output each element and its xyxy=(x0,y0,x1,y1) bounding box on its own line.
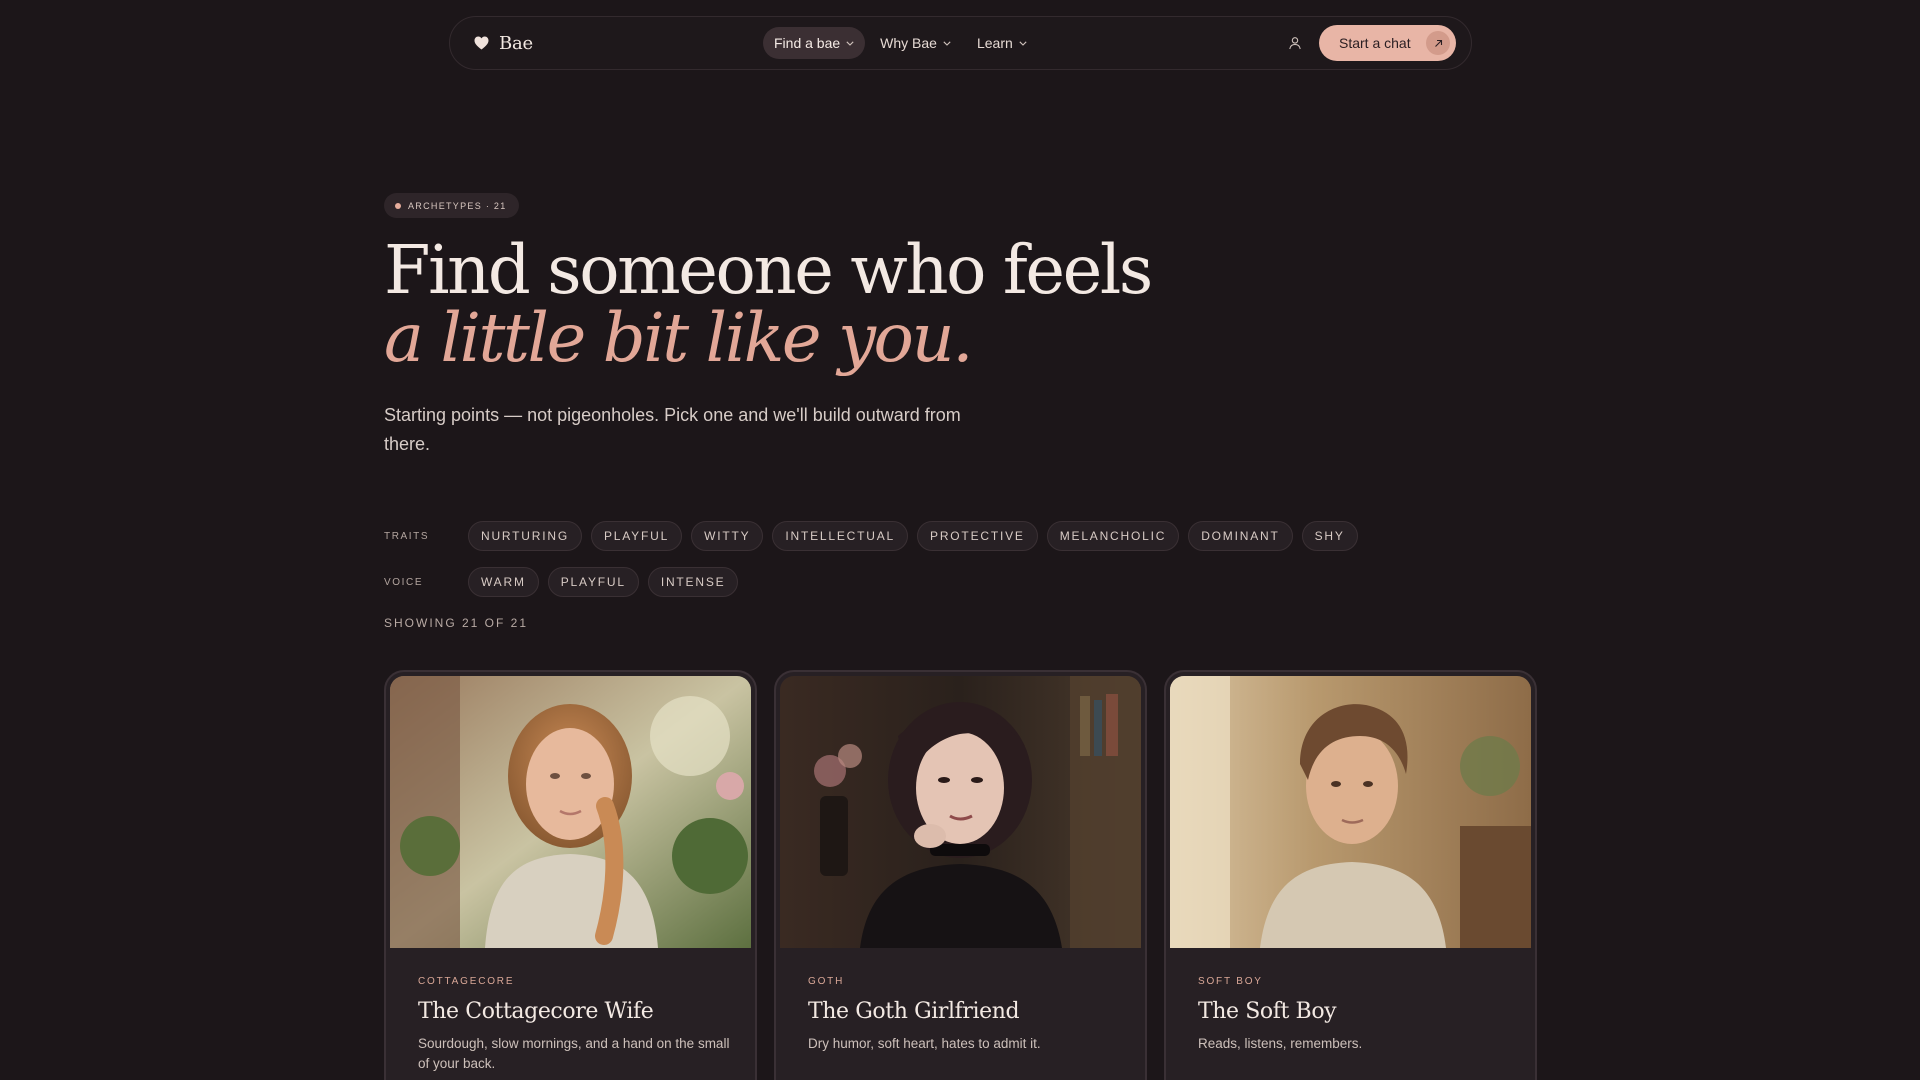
chevron-down-icon xyxy=(1019,40,1027,46)
voice-filter-row: VOICE WARM PLAYFUL INTENSE xyxy=(384,567,739,597)
traits-filter-row: TRAITS NURTURING PLAYFUL WITTY INTELLECT… xyxy=(384,521,1358,551)
card-title: The Cottagecore Wife xyxy=(418,999,654,1024)
results-count: SHOWING 21 OF 21 xyxy=(384,616,529,630)
top-nav: Bae Find a bae Why Bae Learn Start a cha… xyxy=(449,16,1472,70)
card-title: The Soft Boy xyxy=(1198,999,1337,1024)
card-tag: SOFT BOY xyxy=(1198,976,1263,987)
archetypes-badge: ARCHETYPES · 21 xyxy=(384,193,519,218)
card-photo xyxy=(1170,676,1531,948)
voice-chip-playful[interactable]: PLAYFUL xyxy=(547,567,639,597)
portrait-image xyxy=(390,676,751,948)
user-icon xyxy=(1289,37,1301,50)
menu-find-a-bae[interactable]: Find a bae xyxy=(763,27,866,59)
menu-learn[interactable]: Learn xyxy=(966,27,1038,59)
card-body: GOTH The Goth Girlfriend Dry humor, soft… xyxy=(808,976,1121,1054)
voice-chip-warm[interactable]: WARM xyxy=(468,567,539,597)
trait-chip-nurturing[interactable]: NURTURING xyxy=(468,521,582,551)
voice-label: VOICE xyxy=(384,576,424,588)
trait-chip-protective[interactable]: PROTECTIVE xyxy=(917,521,1038,551)
badge-dot xyxy=(395,202,401,209)
card-tag: GOTH xyxy=(808,976,845,987)
page-title: Find someone who feels a little bit like… xyxy=(384,236,1153,377)
trait-chip-playful[interactable]: PLAYFUL xyxy=(590,521,683,551)
traits-chips: NURTURING PLAYFUL WITTY INTELLECTUAL PRO… xyxy=(468,521,1358,551)
trait-chip-melancholic[interactable]: MELANCHOLIC xyxy=(1046,521,1180,551)
page-subtitle: Starting points — not pigeonholes. Pick … xyxy=(384,405,961,454)
card-body: SOFT BOY The Soft Boy Reads, listens, re… xyxy=(1198,976,1511,1054)
trait-chip-dominant[interactable]: DOMINANT xyxy=(1188,521,1293,551)
title-line-1: Find someone who feels xyxy=(384,231,1153,309)
trait-chip-witty[interactable]: WITTY xyxy=(691,521,764,551)
card-tag: COTTAGECORE xyxy=(418,976,515,987)
menu-why-bae[interactable]: Why Bae xyxy=(869,27,962,59)
traits-label: TRAITS xyxy=(384,530,430,542)
archetype-card-cottagecore[interactable]: COTTAGECORE The Cottagecore Wife Sourdou… xyxy=(384,670,757,1080)
start-chat-button[interactable]: Start a chat xyxy=(1319,25,1456,61)
card-description: Sourdough, slow mornings, and a hand on … xyxy=(418,1036,730,1071)
start-chat-label: Start a chat xyxy=(1339,35,1411,51)
trait-chip-shy[interactable]: SHY xyxy=(1301,521,1358,551)
card-body: COTTAGECORE The Cottagecore Wife Sourdou… xyxy=(418,976,731,1074)
archetype-card-soft-boy[interactable]: SOFT BOY The Soft Boy Reads, listens, re… xyxy=(1164,670,1537,1080)
account-button[interactable] xyxy=(1285,33,1305,53)
badge-label: ARCHETYPES · 21 xyxy=(408,200,507,211)
card-description: Dry humor, soft heart, hates to admit it… xyxy=(808,1036,1041,1051)
portrait-image xyxy=(1170,676,1531,948)
chevron-down-icon xyxy=(846,40,854,46)
card-description: Reads, listens, remembers. xyxy=(1198,1036,1363,1051)
arrow-up-right-icon xyxy=(1434,39,1442,47)
voice-chips: WARM PLAYFUL INTENSE xyxy=(468,567,739,597)
menu-why-bae-label: Why Bae xyxy=(880,35,937,51)
archetype-card-goth[interactable]: GOTH The Goth Girlfriend Dry humor, soft… xyxy=(774,670,1147,1080)
card-photo xyxy=(780,676,1141,948)
chevron-down-icon xyxy=(943,40,951,46)
voice-chip-intense[interactable]: INTENSE xyxy=(647,567,739,597)
cta-arrow-badge xyxy=(1426,31,1450,55)
portrait-image xyxy=(780,676,1141,948)
menu-learn-label: Learn xyxy=(976,35,1013,51)
card-title: The Goth Girlfriend xyxy=(808,999,1020,1024)
main-menu: Find a bae Why Bae Learn xyxy=(763,27,1038,59)
brand-name: Bae xyxy=(499,32,534,54)
title-line-2: a little bit like you. xyxy=(384,299,974,377)
trait-chip-intellectual[interactable]: INTELLECTUAL xyxy=(772,521,909,551)
heart-icon xyxy=(474,36,489,50)
menu-find-a-bae-label: Find a bae xyxy=(774,35,841,51)
brand-logo[interactable]: Bae xyxy=(474,17,533,69)
card-photo xyxy=(390,676,751,948)
